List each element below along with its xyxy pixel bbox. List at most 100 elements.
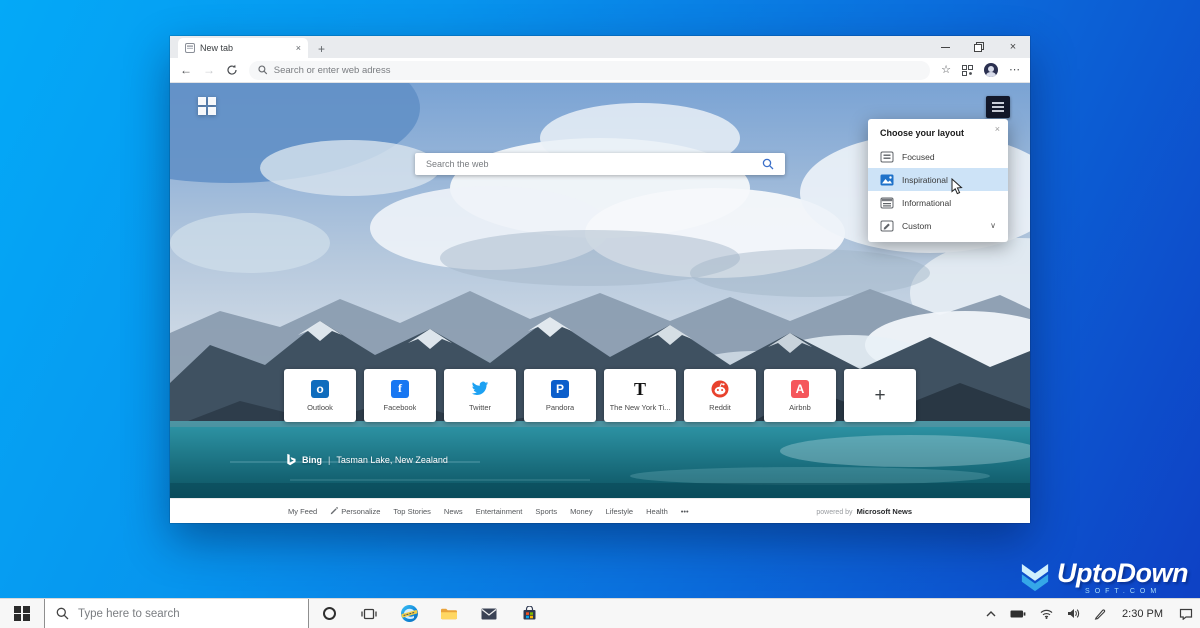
mail-button[interactable] xyxy=(469,599,509,628)
powered-by: powered by Microsoft News xyxy=(816,507,912,516)
browser-menu-icon[interactable]: ⋯ xyxy=(1009,65,1020,76)
apps-grid-icon[interactable] xyxy=(198,97,216,115)
start-button[interactable] xyxy=(0,599,44,628)
cortana-icon xyxy=(323,607,336,620)
page-settings-button[interactable] xyxy=(986,96,1010,118)
edge-taskbar-button[interactable] xyxy=(389,599,429,628)
action-center-icon xyxy=(1179,608,1193,620)
windows-logo-icon xyxy=(14,606,30,622)
attribution-caption: Tasman Lake, New Zealand xyxy=(336,455,448,465)
minimize-icon xyxy=(941,47,950,48)
refresh-button[interactable] xyxy=(226,64,238,76)
outlook-icon: o xyxy=(311,379,330,398)
feed-item-sports[interactable]: Sports xyxy=(535,507,557,516)
file-explorer-button[interactable] xyxy=(429,599,469,628)
feed-item-top-stories[interactable]: Top Stories xyxy=(393,507,431,516)
close-button[interactable]: × xyxy=(996,36,1030,58)
taskbar: 2:30 PM xyxy=(0,598,1200,628)
feed-item-personalize[interactable]: Personalize xyxy=(330,507,380,516)
feed-item-money[interactable]: Money xyxy=(570,507,593,516)
tile-airbnb[interactable]: A Airbnb xyxy=(764,369,836,422)
tile-pandora[interactable]: P Pandora xyxy=(524,369,596,422)
taskbar-search-icon xyxy=(56,607,69,620)
tile-outlook[interactable]: o Outlook xyxy=(284,369,356,422)
tab-favicon-icon xyxy=(185,43,195,53)
quick-links-row: o Outlook f Facebook Twitter P xyxy=(284,369,916,422)
layout-panel-close-icon[interactable]: × xyxy=(995,125,1000,134)
feed-item-lifestyle[interactable]: Lifestyle xyxy=(606,507,634,516)
layout-option-focused[interactable]: Focused xyxy=(868,145,1008,168)
edge-icon xyxy=(400,604,419,623)
web-search-box xyxy=(415,153,785,175)
layout-option-label: Informational xyxy=(902,198,951,208)
wifi-icon xyxy=(1040,609,1053,619)
twitter-icon xyxy=(471,379,490,398)
tile-twitter[interactable]: Twitter xyxy=(444,369,516,422)
feed-item-my-feed[interactable]: My Feed xyxy=(288,507,317,516)
store-button[interactable] xyxy=(509,599,549,628)
watermark-subtitle: SOFT.COM xyxy=(1057,588,1188,595)
action-center-button[interactable] xyxy=(1172,599,1200,628)
layout-option-inspirational[interactable]: Inspirational xyxy=(868,168,1008,191)
window-controls: × xyxy=(928,36,1030,58)
restore-button[interactable] xyxy=(962,36,996,58)
pen-indicator[interactable] xyxy=(1087,599,1113,628)
battery-indicator[interactable] xyxy=(1003,599,1033,628)
web-search-icon[interactable] xyxy=(762,158,774,170)
layout-panel: Choose your layout × Focused xyxy=(868,119,1008,242)
tab-close-icon[interactable]: × xyxy=(296,43,301,53)
layout-option-custom[interactable]: Custom ∨ xyxy=(868,214,1008,237)
watermark-brand: UptoDown xyxy=(1057,561,1188,587)
task-view-icon xyxy=(361,607,377,621)
taskbar-search-box xyxy=(44,599,309,628)
new-tab-button[interactable]: + xyxy=(318,43,325,55)
collections-icon[interactable] xyxy=(962,65,973,76)
close-icon: × xyxy=(1010,42,1016,53)
attribution-divider: | xyxy=(328,455,330,465)
pen-icon xyxy=(1094,608,1106,620)
informational-layout-icon xyxy=(880,197,894,209)
taskbar-clock[interactable]: 2:30 PM xyxy=(1113,608,1172,620)
forward-button[interactable]: → xyxy=(203,64,215,76)
taskbar-search-input[interactable] xyxy=(78,608,297,620)
airbnb-icon: A xyxy=(791,379,810,398)
mail-icon xyxy=(481,608,497,620)
web-search-input[interactable] xyxy=(426,159,754,169)
tray-expand-button[interactable] xyxy=(979,599,1003,628)
image-attribution: Bing | Tasman Lake, New Zealand xyxy=(285,453,448,467)
speaker-icon xyxy=(1067,608,1080,619)
minimize-button[interactable] xyxy=(928,36,962,58)
reddit-icon xyxy=(711,379,730,398)
uptodown-logo-icon xyxy=(1018,563,1052,593)
pencil-icon xyxy=(330,507,338,515)
facebook-icon: f xyxy=(391,379,410,398)
feed-item-entertainment[interactable]: Entertainment xyxy=(476,507,523,516)
feed-more-icon[interactable]: ••• xyxy=(681,507,689,516)
uptodown-watermark: UptoDown SOFT.COM xyxy=(1018,561,1188,595)
layout-option-informational[interactable]: Informational xyxy=(868,191,1008,214)
back-button[interactable]: ← xyxy=(180,64,192,76)
cortana-button[interactable] xyxy=(309,599,349,628)
desktop: New tab × + × ← → xyxy=(0,0,1200,628)
tile-reddit[interactable]: Reddit xyxy=(684,369,756,422)
url-input[interactable] xyxy=(274,65,921,76)
favorites-star-icon[interactable]: ☆ xyxy=(941,65,951,76)
feed-item-news[interactable]: News xyxy=(444,507,463,516)
task-view-button[interactable] xyxy=(349,599,389,628)
chevron-up-icon xyxy=(986,611,996,617)
network-indicator[interactable] xyxy=(1033,599,1060,628)
tile-facebook[interactable]: f Facebook xyxy=(364,369,436,422)
volume-indicator[interactable] xyxy=(1060,599,1087,628)
nytimes-icon: T xyxy=(631,379,650,398)
browser-window: New tab × + × ← → xyxy=(170,36,1030,523)
custom-layout-icon xyxy=(880,220,894,232)
feed-item-health[interactable]: Health xyxy=(646,507,668,516)
chevron-down-icon[interactable]: ∨ xyxy=(990,221,996,230)
tile-nytimes[interactable]: T The New York Ti... xyxy=(604,369,676,422)
address-bar: ← → ☆ ⋯ xyxy=(170,58,1030,83)
profile-avatar[interactable] xyxy=(984,63,998,77)
add-tile-button[interactable]: + xyxy=(844,369,916,422)
tab-new-tab[interactable]: New tab × xyxy=(178,38,308,58)
focused-layout-icon xyxy=(880,151,894,163)
attribution-source: Bing xyxy=(302,455,322,465)
